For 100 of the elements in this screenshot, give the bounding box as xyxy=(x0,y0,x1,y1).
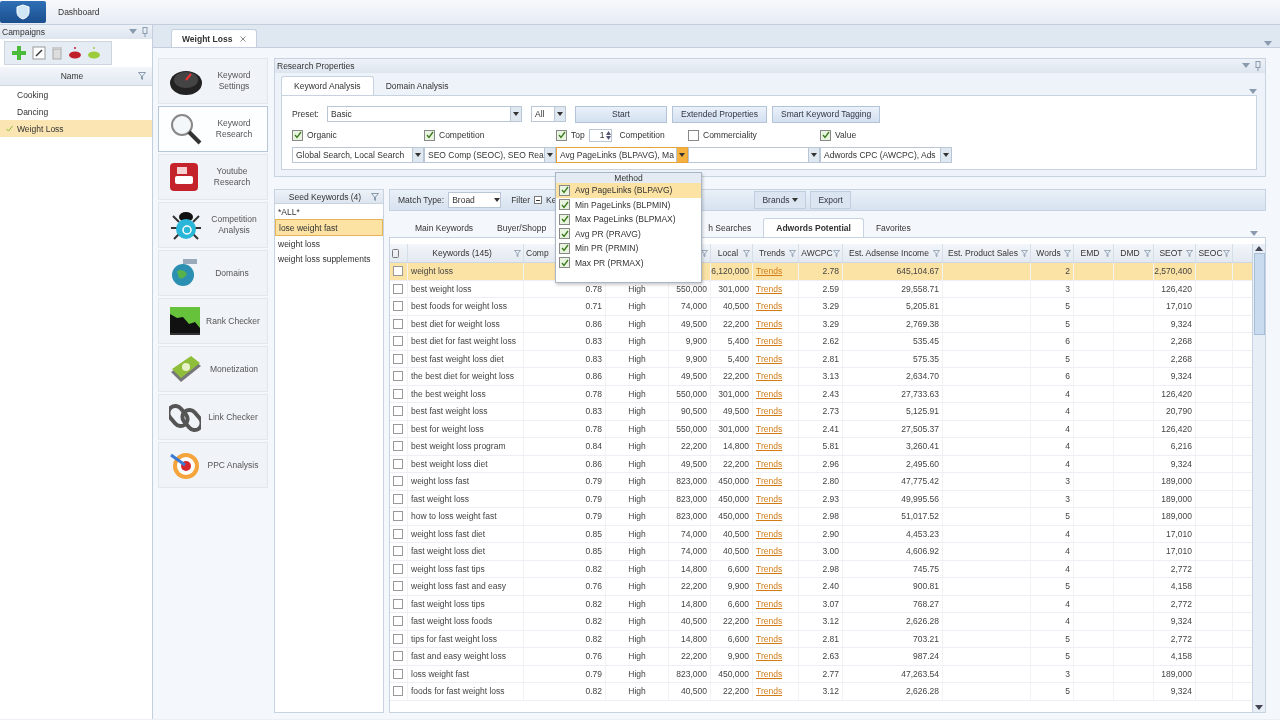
action-button[interactable]: Start xyxy=(575,105,667,123)
row-checkbox[interactable] xyxy=(393,423,403,434)
results-tab[interactable]: h Searches xyxy=(708,219,764,237)
method-select[interactable]: Adwords CPC (AWCPC), Ads xyxy=(820,147,952,163)
tool-button[interactable]: Rank Checker xyxy=(158,298,268,344)
results-tab[interactable]: Main Keywords xyxy=(403,219,486,237)
row-checkbox[interactable] xyxy=(393,651,403,662)
checkbox[interactable] xyxy=(559,228,570,240)
table-row[interactable]: best weight loss diet 0.86 High 49,500 22,200 Trends 2.96 2,495.60 4 9,324 xyxy=(390,455,1252,473)
table-row[interactable]: best foods for weight loss 0.71 High 74,000 40,500 Trends 3.29 5,205.81 5 17,010 xyxy=(390,298,1252,316)
column-header[interactable]: Est. Adsense Income xyxy=(845,248,933,258)
table-row[interactable]: best for weight loss 0.78 High 550,000 301,000 Trends 2.41 27,505.37 4 126,420 xyxy=(390,420,1252,438)
filter-icon[interactable] xyxy=(1186,249,1193,257)
method-select[interactable]: SEO Comp (SEOC), SEO Rea xyxy=(424,147,556,163)
tool-button[interactable]: Keyword Research xyxy=(158,106,268,152)
filter-icon[interactable] xyxy=(514,249,521,257)
preset-select[interactable]: Basic xyxy=(327,106,522,122)
table-row[interactable]: best weight loss program 0.84 High 22,200 14,800 Trends 5.81 3,260.41 4 6,216 xyxy=(390,438,1252,456)
results-tab[interactable]: Buyer/Shopp xyxy=(485,219,559,237)
filter-icon[interactable] xyxy=(138,72,146,80)
row-checkbox[interactable] xyxy=(393,668,403,679)
row-checkbox[interactable] xyxy=(393,388,403,399)
filter-checkbox[interactable] xyxy=(534,196,543,204)
filter-icon[interactable] xyxy=(933,249,940,257)
row-checkbox[interactable] xyxy=(393,633,403,644)
tool-button[interactable]: Youtube Research xyxy=(158,154,268,200)
column-header[interactable]: DMD xyxy=(1116,248,1144,258)
table-row[interactable]: weight loss fast tips 0.82 High 14,800 6,600 Trends 2.98 745.75 4 2,772 xyxy=(390,560,1252,578)
table-row[interactable]: fast weight loss foods 0.82 High 40,500 22,200 Trends 3.12 2,626.28 4 9,324 xyxy=(390,613,1252,631)
checkbox[interactable] xyxy=(688,129,699,141)
table-row[interactable]: how to loss weight fast 0.79 High 823,000 450,000 Trends 2.98 51,017.52 5 189,000 xyxy=(390,508,1252,526)
scroll-down-icon[interactable] xyxy=(1255,705,1263,710)
method-select[interactable] xyxy=(688,147,820,163)
checkbox[interactable] xyxy=(559,242,570,254)
checkbox[interactable] xyxy=(559,213,570,225)
column-header[interactable]: AWCPC xyxy=(801,248,833,258)
checkbox[interactable] xyxy=(559,199,570,211)
row-checkbox[interactable] xyxy=(393,528,403,539)
checkbox[interactable] xyxy=(424,129,435,141)
filter-icon[interactable] xyxy=(1144,249,1151,257)
app-menu-button[interactable] xyxy=(0,1,46,23)
filter-icon[interactable] xyxy=(1021,249,1028,257)
checkbox[interactable] xyxy=(559,184,570,196)
table-row[interactable]: fast weight loss 0.79 High 823,000 450,000 Trends 2.93 49,995.56 3 189,000 xyxy=(390,490,1252,508)
filter-icon[interactable] xyxy=(833,249,840,257)
row-checkbox[interactable] xyxy=(393,476,403,487)
table-row[interactable]: foods for fast weight loss 0.82 High 40,500 22,200 Trends 3.12 2,626.28 5 9,324 xyxy=(390,683,1252,701)
campaign-item[interactable]: Dancing xyxy=(0,103,152,120)
filter-icon[interactable] xyxy=(1223,249,1230,257)
table-row[interactable]: best fast weight loss 0.83 High 90,500 49,500 Trends 2.73 5,125.91 4 20,790 xyxy=(390,403,1252,421)
export-button[interactable]: Export xyxy=(810,191,851,209)
tool-button[interactable]: PPC Analysis xyxy=(158,442,268,488)
row-checkbox[interactable] xyxy=(393,283,403,294)
column-header[interactable]: Trends xyxy=(755,248,789,258)
row-checkbox[interactable] xyxy=(393,581,403,592)
table-row[interactable]: best diet for fast weight loss 0.83 High 9,900 5,400 Trends 2.62 535.45 6 2,268 xyxy=(390,333,1252,351)
analysis-tab[interactable]: Domain Analysis xyxy=(373,77,461,95)
table-row[interactable]: fast weight loss tips 0.82 High 14,800 6,600 Trends 3.07 768.27 4 2,772 xyxy=(390,595,1252,613)
filter-icon[interactable] xyxy=(1064,249,1071,257)
scrollbar[interactable] xyxy=(1252,244,1265,712)
results-tab[interactable]: Favorites xyxy=(863,219,923,237)
row-checkbox[interactable] xyxy=(393,353,403,364)
row-checkbox[interactable] xyxy=(393,336,403,347)
column-header[interactable]: Keywords (145) xyxy=(410,248,514,258)
row-checkbox[interactable] xyxy=(393,371,403,382)
filter-icon[interactable] xyxy=(371,192,379,201)
table-row[interactable]: loss weight fast 0.79 High 823,000 450,000 Trends 2.77 47,263.54 3 189,000 xyxy=(390,665,1252,683)
menu-item[interactable]: Avg PageLinks (BLPAVG) xyxy=(556,183,701,198)
row-checkbox[interactable] xyxy=(393,266,403,277)
campaign-item[interactable]: Weight Loss xyxy=(0,120,152,137)
tool-button[interactable]: Competition Analysis xyxy=(158,202,268,248)
dropdown-icon[interactable] xyxy=(1242,63,1250,69)
checkbox[interactable] xyxy=(820,129,831,141)
table-row[interactable]: weight loss fast and easy 0.76 High 22,200 9,900 Trends 2.40 900.81 5 4,158 xyxy=(390,578,1252,596)
row-checkbox[interactable] xyxy=(393,441,403,452)
checkbox[interactable] xyxy=(559,257,570,269)
table-row[interactable]: weight loss fast diet 0.85 High 74,000 40,500 Trends 2.90 4,453.23 4 17,010 xyxy=(390,525,1252,543)
row-checkbox[interactable] xyxy=(393,686,403,697)
add-icon[interactable] xyxy=(11,45,27,61)
menu-item[interactable]: Min PR (PRMIN) xyxy=(556,241,701,256)
edit-icon[interactable] xyxy=(32,46,46,60)
row-checkbox[interactable] xyxy=(393,406,403,417)
document-tab[interactable]: Weight Loss xyxy=(171,29,258,48)
action-button[interactable]: Extended Properties xyxy=(672,105,768,123)
table-row[interactable]: best fast weight loss diet 0.83 High 9,900 5,400 Trends 2.81 575.35 5 2,268 xyxy=(390,350,1252,368)
pin-icon[interactable] xyxy=(142,27,148,37)
number-spinner[interactable]: 1 xyxy=(588,128,613,142)
table-row[interactable]: fast and easy weight loss 0.76 High 22,200 9,900 Trends 2.63 987.24 5 4,158 xyxy=(390,648,1252,666)
seed-keyword-item[interactable]: weight loss supplements xyxy=(275,251,383,266)
row-checkbox[interactable] xyxy=(393,563,403,574)
seed-keyword-item[interactable]: lose weight fast xyxy=(275,219,383,236)
column-header[interactable]: EMD xyxy=(1076,248,1104,258)
menu-item[interactable]: Avg PR (PRAVG) xyxy=(556,226,701,241)
row-checkbox[interactable] xyxy=(393,511,403,522)
tool-button[interactable]: Keyword Settings xyxy=(158,58,268,104)
close-icon[interactable] xyxy=(240,36,247,42)
table-row[interactable]: tips for fast weight loss 0.82 High 14,800 6,600 Trends 2.81 703.21 5 2,772 xyxy=(390,630,1252,648)
row-checkbox[interactable] xyxy=(393,493,403,504)
checkbox[interactable] xyxy=(292,129,303,141)
dashboard-tab[interactable]: Dashboard xyxy=(58,7,100,17)
